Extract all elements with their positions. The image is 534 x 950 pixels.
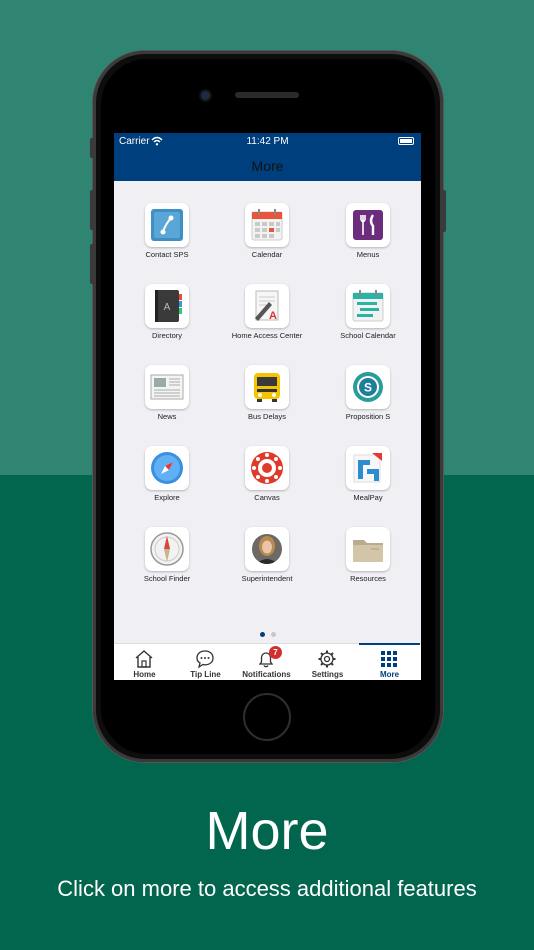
grid-item-school-finder[interactable]: School Finder bbox=[117, 527, 217, 603]
grid-item-explore[interactable]: Explore bbox=[117, 446, 217, 522]
app-screen: Carrier 11:42 PM More Contact SPS Calend… bbox=[114, 133, 421, 680]
school-calendar-icon bbox=[352, 290, 384, 322]
item-label: Explore bbox=[154, 493, 180, 502]
menus-icon bbox=[353, 210, 383, 240]
compass-icon bbox=[151, 452, 183, 484]
grid-item-resources[interactable]: Resources bbox=[318, 527, 418, 603]
mealpay-icon bbox=[353, 453, 382, 483]
grid-icon bbox=[381, 651, 397, 667]
page-title: More bbox=[251, 158, 284, 174]
tab-label: Tip Line bbox=[190, 670, 221, 679]
grid-item-superintendent[interactable]: Superintendent bbox=[217, 527, 317, 603]
grid-item-school-calendar[interactable]: School Calendar bbox=[318, 284, 418, 360]
tab-label: Notifications bbox=[242, 670, 291, 679]
tab-label: Home bbox=[133, 670, 156, 679]
svg-text:A: A bbox=[269, 310, 277, 322]
proposition-s-icon: S bbox=[353, 372, 383, 402]
earpiece-speaker bbox=[235, 92, 299, 98]
item-label: Bus Delays bbox=[248, 412, 286, 421]
home-hardware-button[interactable] bbox=[243, 693, 291, 741]
item-label: Calendar bbox=[251, 250, 283, 259]
home-access-icon: A bbox=[255, 290, 279, 322]
grid-item-news[interactable]: News bbox=[117, 365, 217, 441]
grid-item-menus[interactable]: Menus bbox=[318, 203, 418, 279]
home-icon bbox=[135, 650, 153, 668]
mute-switch bbox=[90, 138, 94, 158]
active-tab-indicator bbox=[359, 643, 420, 645]
item-label: Menus bbox=[356, 250, 380, 259]
superintendent-photo bbox=[252, 534, 282, 564]
item-label: Resources bbox=[350, 574, 386, 583]
contact-icon bbox=[151, 209, 183, 241]
bus-icon bbox=[254, 373, 280, 402]
status-bar: Carrier 11:42 PM bbox=[114, 133, 421, 150]
tab-label: More bbox=[379, 670, 400, 679]
school-finder-icon bbox=[150, 532, 184, 566]
tab-notifications[interactable]: 7 Notifications bbox=[236, 644, 297, 680]
chat-icon bbox=[196, 650, 214, 669]
item-label: Superintendent bbox=[241, 574, 293, 583]
front-camera bbox=[201, 91, 210, 100]
folder-icon bbox=[353, 540, 383, 562]
battery-icon bbox=[398, 137, 414, 145]
gear-icon bbox=[318, 650, 336, 668]
tab-more[interactable]: More bbox=[359, 643, 420, 680]
grid-item-directory[interactable]: A Directory bbox=[117, 284, 217, 360]
volume-down-button bbox=[90, 244, 94, 284]
grid-item-home-access-center[interactable]: A Home Access Center bbox=[217, 284, 317, 360]
page-dot[interactable] bbox=[270, 632, 276, 637]
grid-item-contact-sps[interactable]: Contact SPS bbox=[117, 203, 217, 279]
canvas-icon bbox=[251, 452, 283, 484]
promo-subhead: Click on more to access additional featu… bbox=[57, 876, 477, 901]
tab-tip-line[interactable]: Tip Line bbox=[175, 644, 236, 680]
tab-settings[interactable]: Settings bbox=[297, 644, 358, 680]
item-label: MealPay bbox=[353, 493, 383, 502]
navigation-bar: More bbox=[114, 150, 421, 181]
news-icon bbox=[150, 374, 184, 400]
power-button bbox=[442, 190, 446, 232]
item-label: Directory bbox=[151, 331, 182, 340]
tab-label: Settings bbox=[311, 670, 344, 679]
grid-item-canvas[interactable]: Canvas bbox=[217, 446, 317, 522]
item-label: School Calendar bbox=[340, 331, 396, 340]
feature-grid: Contact SPS Calendar Menus A Directory A… bbox=[114, 181, 421, 583]
grid-item-calendar[interactable]: Calendar bbox=[217, 203, 317, 279]
item-label: Home Access Center bbox=[231, 331, 303, 340]
page-indicator bbox=[114, 624, 421, 642]
calendar-icon bbox=[251, 209, 283, 241]
item-label: School Finder bbox=[143, 574, 191, 583]
item-label: News bbox=[157, 412, 177, 421]
item-label: Proposition S bbox=[345, 412, 391, 421]
tab-bar: Home Tip Line 7 Notifications Settings M… bbox=[114, 643, 421, 680]
grid-item-proposition-s[interactable]: S Proposition S bbox=[318, 365, 418, 441]
tab-home[interactable]: Home bbox=[114, 644, 175, 680]
volume-up-button bbox=[90, 190, 94, 230]
page-dot-active[interactable] bbox=[259, 632, 265, 637]
status-time: 11:42 PM bbox=[246, 136, 289, 147]
promo-headline: More bbox=[205, 801, 329, 861]
item-label: Contact SPS bbox=[145, 250, 189, 259]
directory-icon: A bbox=[155, 290, 182, 322]
svg-text:A: A bbox=[164, 302, 171, 313]
item-label: Canvas bbox=[254, 493, 280, 502]
grid-item-bus-delays[interactable]: Bus Delays bbox=[217, 365, 317, 441]
notification-badge: 7 bbox=[269, 646, 282, 659]
svg-text:S: S bbox=[364, 381, 372, 395]
grid-item-mealpay[interactable]: MealPay bbox=[318, 446, 418, 522]
